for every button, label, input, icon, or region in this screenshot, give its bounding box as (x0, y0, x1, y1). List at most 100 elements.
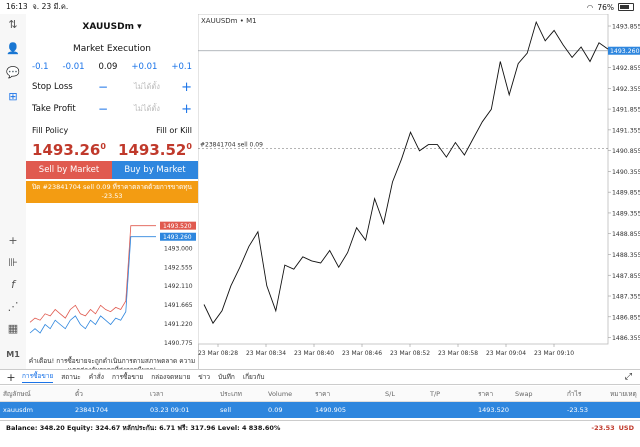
column-header[interactable]: S/L (385, 386, 395, 401)
column-header[interactable]: หมายเหตุ (610, 386, 637, 401)
symbol-selector[interactable]: XAUUSDm ▾ (26, 22, 198, 36)
column-header[interactable]: ราคา (315, 386, 330, 401)
tab-1[interactable]: สถานะ (61, 372, 81, 382)
trade-buttons: Sell by Market Buy by Market (26, 161, 198, 179)
new-order-icon[interactable]: ⊞ (4, 88, 22, 104)
main-price-chart[interactable]: XAUUSDm • M1 1493.855 1492.855 1492.355 1491… (198, 14, 640, 369)
chat-icon[interactable]: 💬 (4, 64, 22, 80)
column-header[interactable]: กำไร (567, 386, 581, 401)
take-profit-label: Take Profit (32, 104, 76, 114)
table-row[interactable]: xauusdm 23841704 03.23 09:01 sell 0.09 1490.9… (0, 402, 640, 418)
function-icon[interactable]: f (4, 276, 22, 292)
volume-value[interactable]: 0.09 (98, 62, 117, 72)
mini-ask-label: 1493.520 (163, 223, 192, 230)
tab-2[interactable]: คำสั่ง (89, 372, 104, 382)
execution-type[interactable]: Market Execution (26, 44, 198, 54)
column-header[interactable]: เวลา (150, 386, 164, 401)
stop-loss-input[interactable]: ไม่ได้ตั้ง (114, 81, 180, 93)
column-header[interactable]: Swap (515, 386, 533, 401)
tab-4[interactable]: กล่องจดหมาย (151, 372, 190, 382)
y-tick-label: 1491.355 (612, 127, 640, 134)
table-cell: 1493.520 (478, 406, 510, 414)
crosshair-icon[interactable]: + (4, 232, 22, 248)
x-tick-label: 23 Mar 08:34 (246, 350, 286, 357)
column-header[interactable]: สัญลักษณ์ (3, 386, 31, 401)
take-profit-plus-button[interactable]: + (180, 102, 192, 117)
order-panel: XAUUSDm ▾ Market Execution -0.1 -0.01 0.… (26, 14, 199, 374)
price-row: 1493.260 1493.520 (26, 141, 198, 159)
objects-icon[interactable]: ⋰ (4, 298, 22, 314)
y-tick-label: 1493.855 (612, 24, 640, 31)
table-cell: sell (220, 406, 231, 414)
fill-policy-label: Fill Policy (32, 126, 69, 135)
table-cell: 0.09 (268, 406, 283, 414)
volume-minus-small-button[interactable]: -0.01 (63, 62, 85, 72)
status-date: จ. 23 มี.ค. (32, 2, 69, 11)
y-tick-label: 1492.355 (612, 86, 640, 93)
x-tick-label: 23 Mar 09:04 (486, 350, 526, 357)
account-summary: Balance: 348.20 Equity: 324.67 หลักประกั… (0, 420, 640, 435)
mini-bid-label: 1493.260 (163, 234, 192, 241)
y-tick-label: 1489.855 (612, 190, 640, 197)
column-header[interactable]: Volume (268, 386, 292, 401)
y-tick-label: 1488.855 (612, 231, 640, 238)
mini-tick-label: 1491.665 (164, 302, 193, 309)
accounts-icon[interactable]: 👤 (4, 40, 22, 56)
mini-tick-label: 1491.220 (164, 321, 193, 328)
stop-loss-plus-button[interactable]: + (180, 80, 192, 95)
fill-policy-value: Fill or Kill (156, 126, 192, 135)
add-icon[interactable]: + (0, 371, 22, 384)
chart-title: XAUUSDm • M1 (201, 17, 257, 25)
position-line-label: #23841704 sell 0.09 (200, 142, 263, 149)
column-header[interactable]: ราคา (478, 386, 493, 401)
tab-3[interactable]: การซื้อขาย (112, 372, 143, 382)
x-tick-label: 23 Mar 08:58 (438, 350, 478, 357)
column-header[interactable]: ประเภท (220, 386, 242, 401)
current-price-label: 1493.260 (610, 48, 640, 55)
volume-minus-big-button[interactable]: -0.1 (32, 62, 49, 72)
battery-percent: 76% (597, 2, 614, 12)
status-bar: 16:13 จ. 23 มี.ค. ◠ 76% (0, 0, 640, 14)
timeframe-icon[interactable]: M1 (4, 346, 22, 362)
tab-0[interactable]: การซื้อขาย (22, 371, 54, 383)
stop-loss-minus-button[interactable]: − (98, 80, 114, 94)
tab-6[interactable]: บันทึก (218, 372, 235, 382)
volume-plus-big-button[interactable]: +0.1 (171, 62, 192, 72)
expand-icon[interactable]: ⤢ (625, 372, 632, 382)
table-cell: 23841704 (75, 406, 109, 414)
mini-tick-label: 1490.775 (164, 340, 193, 347)
indicators-icon[interactable]: ⊪ (4, 254, 22, 270)
mini-tick-label: 1492.555 (164, 264, 193, 271)
tab-7[interactable]: เกี่ยวกับ (243, 372, 265, 382)
take-profit-input[interactable]: ไม่ได้ตั้ง (114, 103, 180, 115)
y-tick-label: 1490.855 (612, 148, 640, 155)
positions-table-header: สัญลักษณ์ ตั๋ว เวลา ประเภท Volume ราคา S/L T/P ร… (0, 386, 640, 402)
mini-tick-chart: 1493.000 1492.555 1492.110 1491.665 1491.220… (29, 221, 196, 347)
quotes-icon[interactable]: ⇅ (4, 16, 22, 32)
y-tick-label: 1490.355 (612, 169, 640, 176)
buy-button[interactable]: Buy by Market (112, 161, 198, 179)
column-header[interactable]: T/P (430, 386, 440, 401)
sell-button[interactable]: Sell by Market (26, 161, 112, 179)
fill-policy-row[interactable]: Fill Policy Fill or Kill (26, 126, 198, 135)
tab-5[interactable]: ข่าว (198, 372, 210, 382)
plot-area (198, 14, 609, 345)
x-tick-label: 23 Mar 09:10 (534, 350, 574, 357)
column-header[interactable]: ตั๋ว (75, 386, 83, 401)
y-tick-label: 1486.855 (612, 314, 640, 321)
table-cell: 1490.905 (315, 406, 347, 414)
y-tick-label: 1491.855 (612, 107, 640, 114)
close-position-banner[interactable]: ปิด #23841704 sell 0.09 ที่ราคาตลาดด้วยก… (26, 181, 198, 203)
y-tick-label: 1487.855 (612, 273, 640, 280)
x-tick-label: 23 Mar 08:28 (198, 350, 238, 357)
total-profit: -23.53 (591, 424, 615, 432)
mini-ask-line (29, 225, 156, 323)
chart-type-icon[interactable]: ▦ (4, 320, 22, 336)
y-tick-label: 1487.355 (612, 294, 640, 301)
take-profit-minus-button[interactable]: − (98, 102, 114, 116)
y-tick-label: 1488.355 (612, 252, 640, 259)
x-tick-label: 23 Mar 08:40 (294, 350, 334, 357)
x-tick-label: 23 Mar 08:46 (342, 350, 382, 357)
volume-plus-small-button[interactable]: +0.01 (131, 62, 157, 72)
left-toolbar: ⇅ 👤 💬 ⊞ + ⊪ f ⋰ ▦ M1 (0, 14, 27, 369)
